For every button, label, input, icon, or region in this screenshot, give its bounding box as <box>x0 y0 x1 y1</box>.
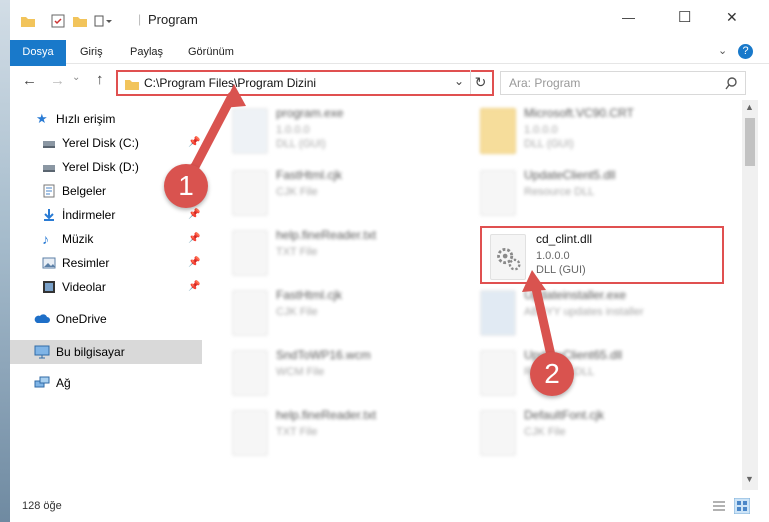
explorer-window: | Program — ☐ ✕ Dosya Giriş Paylaş Görün… <box>10 0 769 522</box>
step-2-badge: 2 <box>530 352 574 396</box>
step-1-badge: 1 <box>164 164 208 208</box>
annotation-arrows <box>183 84 557 365</box>
